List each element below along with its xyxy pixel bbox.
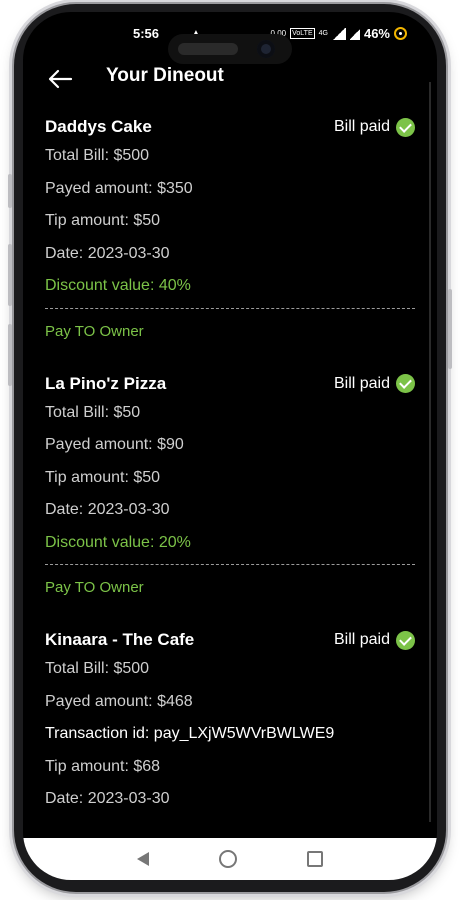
system-nav-bar <box>23 838 437 880</box>
date: Date: 2023-03-30 <box>45 501 170 518</box>
pay-to-owner-link[interactable]: Pay TO Owner <box>45 317 415 347</box>
dineout-card: La Pino'z Pizza Bill paid Total Bill: $5… <box>23 371 437 604</box>
payed-amount: Payed amount: $468 <box>45 692 193 710</box>
check-circle-icon <box>396 374 415 393</box>
nav-home-icon[interactable] <box>219 850 237 868</box>
nav-back-icon[interactable] <box>137 852 149 866</box>
dineout-card: Daddys Cake Bill paid Total Bill: $500 P… <box>23 114 437 347</box>
nav-recents-icon[interactable] <box>307 851 323 867</box>
status-label: Bill paid <box>333 631 390 648</box>
date: Date: 2023-03-30 <box>45 790 170 807</box>
restaurant-name: Kinaara - The Cafe <box>45 630 195 649</box>
status-right: 0.00 VoLTE 4G 46% <box>271 26 407 41</box>
card-header: La Pino'z Pizza Bill paid <box>45 371 415 397</box>
payed-amount: Payed amount: $90 <box>45 436 184 453</box>
app-header: Your Dineout <box>23 64 437 104</box>
signal-icon <box>331 27 346 40</box>
signal-icon <box>349 27 360 40</box>
camera-island <box>168 34 292 64</box>
total-bill: Total Bill: $500 <box>45 147 150 164</box>
battery-percent: 46% <box>363 26 390 41</box>
tip-amount: Tip amount: $68 <box>45 757 161 775</box>
side-button <box>8 324 12 386</box>
pay-to-owner-link[interactable]: Pay TO Owner <box>45 573 415 603</box>
dashed-divider <box>45 307 415 309</box>
payed-amount: Payed amount: $350 <box>45 179 193 197</box>
volte-badge: VoLTE <box>290 28 315 39</box>
status-badge: Bill paid <box>333 630 415 650</box>
dineout-list: Daddys Cake Bill paid Total Bill: $500 P… <box>23 114 437 816</box>
tip-amount: Tip amount: $50 <box>45 212 161 229</box>
restaurant-name: Daddys Cake <box>45 117 152 136</box>
card-header: Daddys Cake Bill paid <box>45 114 415 140</box>
total-bill: Total Bill: $500 <box>45 660 150 677</box>
restaurant-name: La Pino'z Pizza <box>45 373 167 393</box>
discount-value: Discount value: 20% <box>45 533 191 551</box>
check-circle-icon <box>396 630 415 650</box>
page-title: Your Dineout <box>106 65 224 86</box>
status-time: 5:56 <box>133 26 160 41</box>
status-badge: Bill paid <box>333 117 415 137</box>
tip-amount: Tip amount: $50 <box>45 468 161 486</box>
dineout-card: Kinaara - The Cafe Bill paid Total Bill:… <box>23 627 437 816</box>
status-badge: Bill paid <box>334 374 415 393</box>
check-circle-icon <box>396 117 415 137</box>
camera-icon <box>257 40 275 58</box>
battery-icon <box>394 27 407 40</box>
arrow-left-icon[interactable] <box>45 64 75 94</box>
island-bar <box>178 43 238 55</box>
date: Date: 2023-03-30 <box>45 244 170 262</box>
transaction-id: Transaction id: pay_LXjW5WVrBWLWE9 <box>45 725 335 742</box>
power-button <box>448 289 452 369</box>
network-type: 4G <box>318 30 328 37</box>
screen: 5:56 ▲ 0.00 VoLTE 4G 46% Your Dineout Da… <box>23 12 437 880</box>
status-label: Bill paid <box>333 118 390 135</box>
side-button <box>8 174 12 208</box>
total-bill: Total Bill: $50 <box>45 403 141 421</box>
dashed-divider <box>45 564 415 565</box>
card-header: Kinaara - The Cafe Bill paid <box>45 627 415 653</box>
status-label: Bill paid <box>333 374 390 392</box>
side-button <box>8 244 12 306</box>
discount-value: Discount value: 40% <box>45 277 191 294</box>
